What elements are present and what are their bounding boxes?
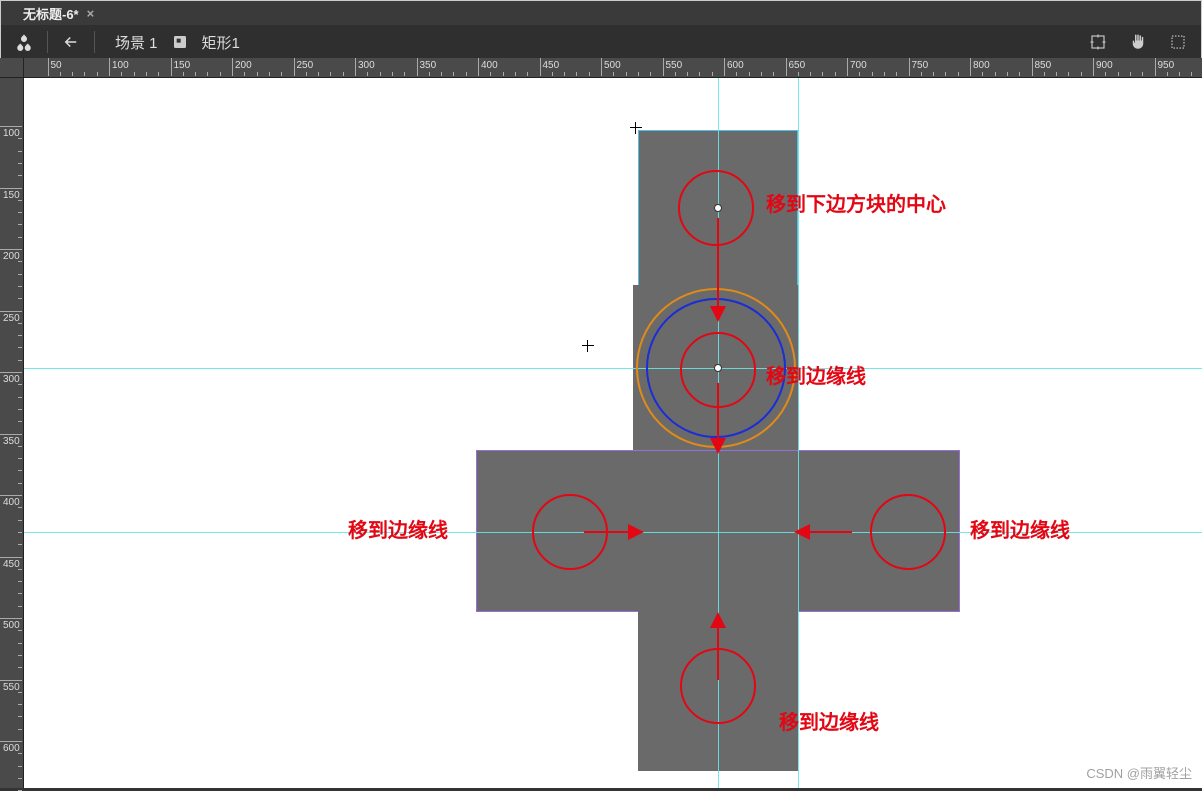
edit-bar: 场景 1 矩形1: [1, 25, 1201, 59]
annotation-label: 移到边缘线: [970, 514, 1070, 543]
guide-line-v[interactable]: [798, 78, 799, 788]
watermark: CSDN @雨翼轻尘: [1086, 763, 1192, 782]
annotation-circle: [680, 648, 756, 724]
ruler-corner: [0, 58, 24, 78]
document-tab[interactable]: 无标题-6* ×: [13, 1, 104, 26]
stage[interactable]: 移到下边方块的中心 移到边缘线 移到边缘线 移到边缘线 移到边缘线 CSDN @…: [24, 78, 1202, 788]
registration-cross-icon: [630, 122, 642, 134]
scene-icon[interactable]: [9, 29, 39, 55]
annotation-circle: [532, 494, 608, 570]
annotation-circle: [680, 332, 756, 408]
center-stage-icon[interactable]: [1083, 29, 1113, 55]
annotation-circle: [678, 170, 754, 246]
annotation-circle: [870, 494, 946, 570]
ruler-vertical[interactable]: 100150200250300350400450500550600: [0, 78, 24, 788]
annotation-arrows: [24, 78, 1202, 788]
symbol-icon: [172, 34, 188, 50]
annotation-label: 移到边缘线: [348, 514, 448, 543]
canvas[interactable]: 移到下边方块的中心 移到边缘线 移到边缘线 移到边缘线 移到边缘线 CSDN @…: [24, 78, 1202, 788]
annotation-label: 移到边缘线: [779, 706, 879, 735]
close-icon[interactable]: ×: [87, 6, 95, 21]
document-title: 无标题-6*: [23, 4, 79, 23]
back-icon[interactable]: [56, 29, 86, 55]
breadcrumb: 场景 1 矩形1: [115, 32, 240, 53]
ruler-horizontal[interactable]: 5010015020025030035040045050055060065070…: [24, 58, 1202, 78]
annotation-label: 移到下边方块的中心: [766, 188, 946, 217]
view-tools: [1083, 29, 1193, 55]
clip-content-icon[interactable]: [1163, 29, 1193, 55]
guide-line-h[interactable]: [24, 368, 1202, 369]
toolbar-divider: [47, 31, 48, 53]
annotation-label: 移到边缘线: [766, 360, 866, 389]
breadcrumb-scene[interactable]: 场景 1: [115, 32, 158, 53]
registration-cross-icon: [582, 340, 594, 352]
document-tab-bar: 无标题-6* ×: [1, 1, 1201, 25]
toolbar-divider: [94, 31, 95, 53]
hand-tool-icon[interactable]: [1123, 29, 1153, 55]
breadcrumb-shape[interactable]: 矩形1: [202, 32, 240, 53]
